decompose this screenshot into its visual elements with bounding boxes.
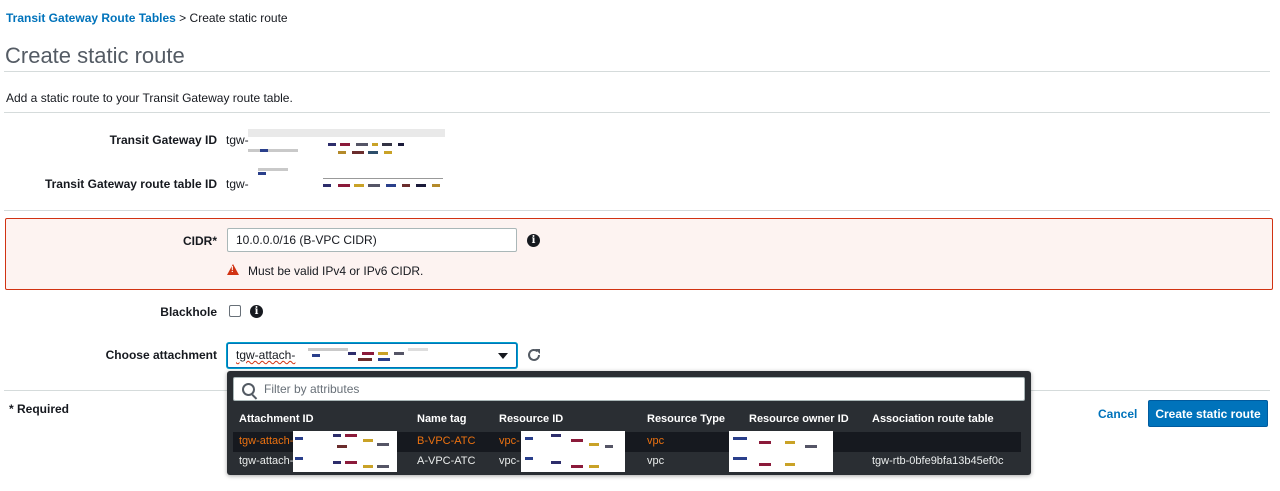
- redacted-owner-id: [729, 431, 833, 452]
- tgw-id-label: Transit Gateway ID: [109, 133, 217, 147]
- column-header-resource-owner-id: Resource owner ID: [749, 413, 849, 425]
- cidr-error-message: Must be valid IPv4 or IPv6 CIDR.: [248, 264, 424, 278]
- info-icon[interactable]: i: [527, 234, 540, 247]
- resource-type-cell: vpc: [647, 435, 665, 447]
- column-header-attachment-id: Attachment ID: [239, 413, 314, 425]
- divider: [4, 71, 1270, 72]
- redacted-resource-id: [521, 431, 625, 452]
- create-static-route-button[interactable]: Create static route: [1148, 400, 1268, 427]
- cidr-error-group: [5, 218, 1273, 290]
- attachment-id-cell: tgw-attach-: [239, 435, 294, 447]
- divider: [4, 112, 1270, 113]
- filter-placeholder: Filter by attributes: [264, 382, 360, 396]
- redacted-resource-id: [521, 451, 625, 472]
- redacted-owner-id: [729, 451, 833, 472]
- page-title: Create static route: [5, 43, 185, 68]
- route-table-id-label: Transit Gateway route table ID: [44, 177, 217, 191]
- table-row[interactable]: tgw-attach- B-VPC-ATC vpc- vpc: [233, 431, 1021, 452]
- blackhole-label: Blackhole: [160, 305, 217, 319]
- attachment-select-value: tgw-attach-: [236, 348, 296, 362]
- column-header-association-route-table: Association route table: [872, 413, 994, 425]
- attachment-select[interactable]: tgw-attach-: [227, 343, 517, 368]
- attachment-label: Choose attachment: [105, 348, 217, 362]
- info-icon[interactable]: i: [250, 305, 263, 318]
- required-note: * Required: [9, 402, 70, 416]
- blackhole-checkbox[interactable]: [229, 305, 241, 317]
- breadcrumb-separator: >: [179, 11, 187, 25]
- redacted-tgw-id: [248, 129, 445, 159]
- cidr-input[interactable]: 10.0.0.0/16 (B-VPC CIDR): [227, 228, 517, 252]
- divider: [4, 210, 1270, 211]
- search-icon: [242, 383, 255, 396]
- redacted-attachment-id: [308, 348, 428, 362]
- column-header-resource-type: Resource Type: [647, 413, 726, 425]
- caret-down-icon: [498, 353, 508, 359]
- warning-icon: [227, 264, 239, 275]
- name-tag-cell: B-VPC-ATC: [417, 435, 476, 447]
- table-row[interactable]: tgw-attach- A-VPC-ATC vpc- vpc tgw-rtb-0…: [233, 451, 1021, 472]
- column-header-name-tag: Name tag: [417, 413, 467, 425]
- resource-id-cell: vpc-: [499, 455, 520, 467]
- column-header-resource-id: Resource ID: [499, 413, 564, 425]
- resource-type-cell: vpc: [647, 455, 665, 467]
- attachment-id-cell: tgw-attach-: [239, 455, 294, 467]
- refresh-icon[interactable]: [526, 347, 542, 363]
- page-description: Add a static route to your Transit Gatew…: [6, 91, 293, 105]
- breadcrumb-current: Create static route: [189, 11, 288, 25]
- route-table-cell: tgw-rtb-0bfe9bfa13b45ef0c: [872, 455, 1004, 467]
- breadcrumb-link-route-tables[interactable]: Transit Gateway Route Tables: [6, 11, 176, 25]
- breadcrumb: Transit Gateway Route Tables > Create st…: [6, 11, 288, 25]
- resource-id-cell: vpc-: [499, 435, 520, 447]
- cancel-button[interactable]: Cancel: [1098, 407, 1137, 421]
- route-table-id-value: tgw-: [226, 177, 249, 191]
- redacted-attachment-id: [293, 451, 397, 472]
- name-tag-cell: A-VPC-ATC: [417, 455, 476, 467]
- tgw-id-value: tgw-: [226, 133, 249, 147]
- redacted-attachment-id: [293, 431, 397, 452]
- filter-input[interactable]: Filter by attributes: [233, 377, 1025, 401]
- attachment-dropdown: Filter by attributes Attachment ID Name …: [227, 371, 1031, 475]
- redacted-route-table-id: [248, 168, 445, 192]
- cidr-label: CIDR*: [182, 234, 217, 248]
